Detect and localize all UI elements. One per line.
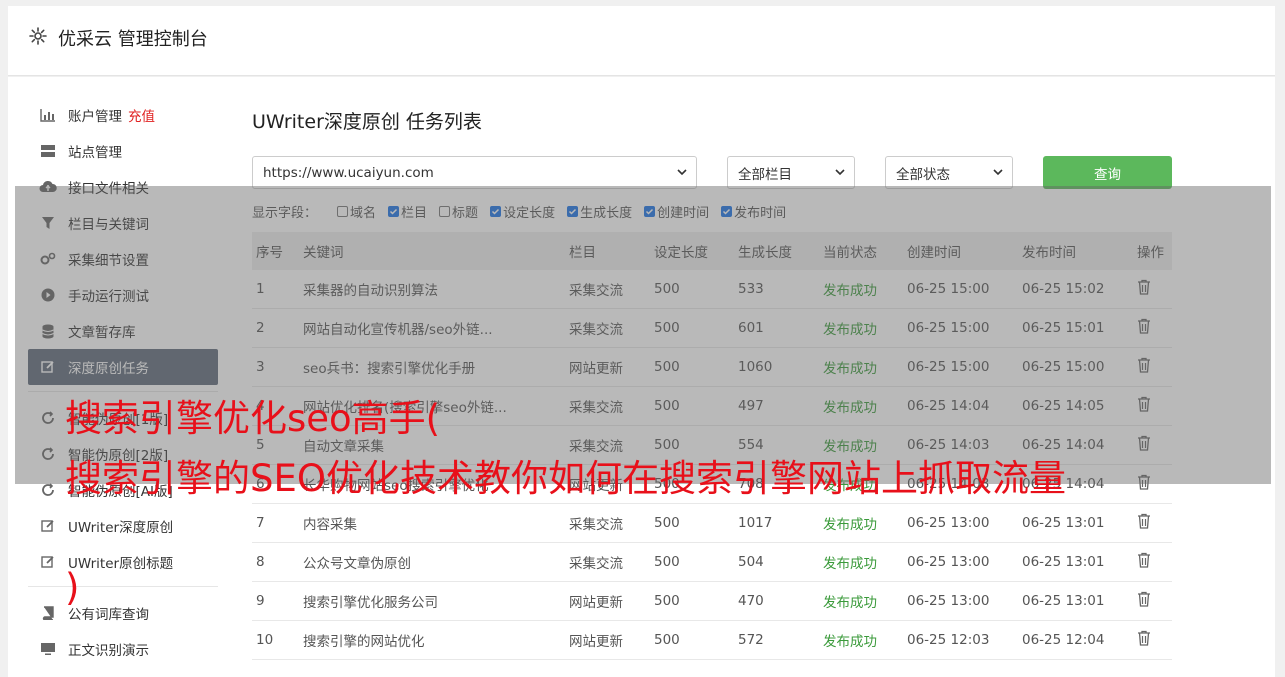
query-button[interactable]: 查询 [1043,156,1172,189]
table-cell: 504 [738,554,764,570]
gear-icon [29,27,47,45]
table-cell: 搜索引擎优化服务公司 [303,595,438,611]
table-row: 8 公众号文章伪原创 采集交流 500 504 发布成功 06-25 13:00 06-25 … [252,543,1172,582]
chevron-down-icon [993,169,1003,176]
table-cell: 8 [256,554,265,570]
monitor-icon [39,640,57,658]
overlay-headline-line2: 搜索引擎的SEO优化技术教你如何在搜索引擎网站上抓取流量 [65,457,1066,500]
table-cell: 06-25 13:01 [1022,593,1105,609]
table-cell: 网站更新 [569,634,623,650]
table-cell: 500 [654,593,680,609]
top-bar: 优采云 管理控制台 [8,6,1275,76]
table-row: 9 搜索引擎优化服务公司 网站更新 500 470 发布成功 06-25 13:00 06-2… [252,582,1172,621]
table-cell: 采集交流 [569,517,623,533]
table-row: 7 内容采集 采集交流 500 1017 发布成功 06-25 13:00 06-25 13:… [252,504,1172,543]
table-cell: 网站更新 [569,595,623,611]
table-cell: 500 [654,515,680,531]
table-cell: 572 [738,632,764,648]
table-cell: 06-25 13:01 [1022,515,1105,531]
sidebar-item-label: 正文识别演示 [68,643,149,659]
table-cell: 06-25 12:04 [1022,632,1105,648]
table-cell: 10 [256,632,274,648]
edit-icon [39,553,57,571]
sidebar-item-label: 账户管理 [68,109,122,125]
sidebar-item-label: UWriter深度原创 [68,520,174,536]
server-icon [39,142,57,160]
status-badge: 发布成功 [823,517,877,533]
book-icon [39,604,57,622]
sidebar-item-account[interactable]: 账户管理 充值 [28,97,218,133]
edit-icon [39,517,57,535]
sidebar-item-label: 公有词库查询 [68,607,149,623]
table-cell: 06-25 13:00 [907,515,990,531]
table-cell: 9 [256,593,265,609]
table-row: 10 搜索引擎的网站优化 网站更新 500 572 发布成功 06-25 12:03 06-2… [252,621,1172,660]
table-cell: 06-25 12:03 [907,632,990,648]
site-select[interactable]: https://www.ucaiyun.com [252,156,697,189]
trash-icon [1138,630,1150,646]
table-cell: 搜索引擎的网站优化 [303,634,425,650]
table-cell: 公众号文章伪原创 [303,556,411,572]
delete-button[interactable] [1133,630,1172,650]
sidebar-item-label: 站点管理 [68,145,122,161]
sidebar-item-label: UWriter原创标题 [68,556,174,572]
sidebar-item-text-demo[interactable]: 正文识别演示 [28,631,218,667]
sidebar-divider [28,586,218,587]
table-cell: 06-25 13:01 [1022,554,1105,570]
status-select[interactable]: 全部状态 [885,156,1013,189]
app-title: 优采云 管理控制台 [58,29,208,50]
recharge-link[interactable]: 充值 [128,105,155,125]
chevron-down-icon [835,169,845,176]
status-badge: 发布成功 [823,556,877,572]
status-badge: 发布成功 [823,634,877,650]
page-title: UWriter深度原创 任务列表 [252,111,482,133]
trash-icon [1138,552,1150,568]
sidebar-item-public-lexicon[interactable]: 公有词库查询 [28,595,218,631]
status-badge: 发布成功 [823,595,877,611]
sidebar-item-uwriter-title[interactable]: UWriter原创标题 [28,544,218,580]
trash-icon [1138,591,1150,607]
delete-button[interactable] [1133,552,1172,572]
status-select-value: 全部状态 [896,166,950,183]
table-cell: 500 [654,554,680,570]
table-cell: 06-25 13:00 [907,593,990,609]
delete-button[interactable] [1133,513,1172,533]
table-cell: 7 [256,515,265,531]
overlay-headline-line1: 搜索引擎优化seo高手( [65,397,441,440]
site-select-value: https://www.ucaiyun.com [263,164,434,181]
bar-chart-icon [39,106,57,124]
column-select-value: 全部栏目 [738,166,792,183]
overlay-headline-line3: ) [65,566,80,609]
delete-button[interactable] [1133,591,1172,611]
column-select[interactable]: 全部栏目 [727,156,855,189]
table-cell: 470 [738,593,764,609]
chevron-down-icon [677,169,687,176]
table-cell: 内容采集 [303,517,357,533]
table-cell: 06-25 13:00 [907,554,990,570]
sidebar-item-sites[interactable]: 站点管理 [28,133,218,169]
trash-icon [1138,513,1150,529]
sidebar-item-uwriter-deep[interactable]: UWriter深度原创 [28,508,218,544]
table-cell: 500 [654,632,680,648]
table-cell: 1017 [738,515,773,531]
table-cell: 采集交流 [569,556,623,572]
